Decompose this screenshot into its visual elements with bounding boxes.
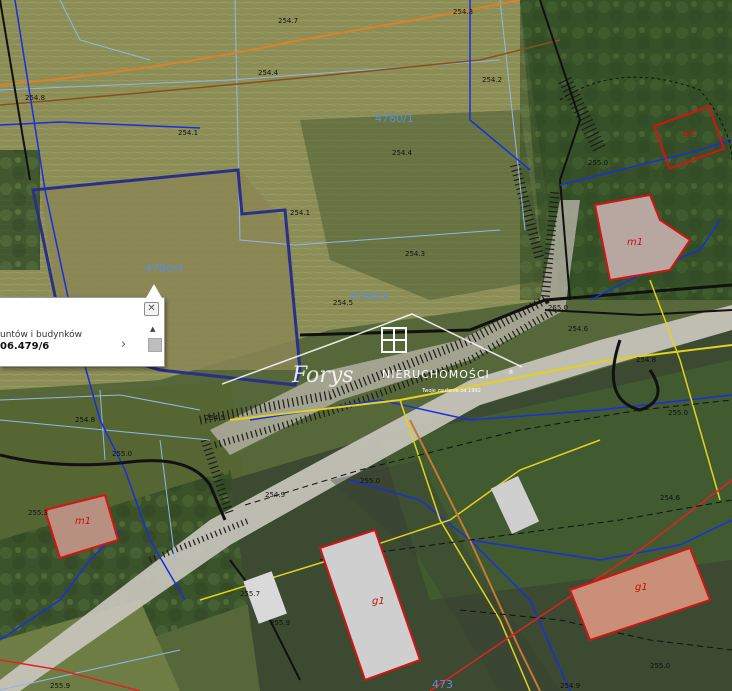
elevation-label: 254.8 [636, 356, 656, 364]
elevation-label: 255.0 [548, 304, 568, 312]
elevation-label: 254.1 [178, 129, 198, 137]
chevron-right-icon[interactable]: › [121, 337, 126, 352]
elevation-label: 254.1 [290, 209, 310, 217]
elevation-label: 254.4 [392, 149, 413, 157]
parcel-number: 473 [432, 678, 453, 691]
elevation-label: 254.2 [482, 76, 502, 84]
building-label: g1 [372, 596, 385, 607]
elevation-label: 254.8 [75, 416, 95, 424]
building-label: m1 [75, 516, 91, 527]
elevation-label: 255.0 [360, 477, 380, 485]
elevation-label: 254.8 [25, 94, 45, 102]
elevation-label: 254.4 [258, 69, 279, 77]
elevation-label: 254.9 [560, 682, 580, 690]
info-popup: ✕ untów i budynków 06.479/6 › ▲ [0, 284, 165, 367]
building-label: g1 [683, 128, 696, 139]
scroll-thumb[interactable] [148, 338, 162, 352]
elevation-label: 254.6 [568, 325, 589, 333]
popup-parcel-id[interactable]: 06.479/6 [0, 341, 49, 352]
elevation-label: 255.0 [668, 409, 688, 417]
elevation-label: 255.3 [28, 509, 48, 517]
popup-pointer [146, 284, 162, 298]
elevation-label: 255.0 [650, 662, 670, 670]
elevation-label: 254.3 [405, 250, 425, 258]
elevation-label: 254.5 [205, 414, 225, 422]
parcel-number: 4780/3 [350, 290, 389, 303]
elevation-label: 255.0 [588, 159, 608, 167]
popup-scrollbar[interactable]: ▲ [148, 324, 162, 362]
elevation-label: 254.3 [453, 8, 473, 16]
parcel-number: 4780/4 [145, 262, 184, 275]
elevation-label: 254.9 [265, 491, 285, 499]
elevation-label: 254.6 [660, 494, 681, 502]
close-icon[interactable]: ✕ [144, 302, 159, 316]
building-label: g1 [635, 582, 648, 593]
popup-layer-title: untów i budynków [0, 330, 82, 340]
elevation-label: 255.9 [50, 682, 70, 690]
elevation-label: 255.9 [270, 619, 290, 627]
elevation-label: 254.5 [333, 299, 353, 307]
elevation-label: 255.0 [112, 450, 132, 458]
elevation-label: 255.7 [240, 590, 260, 598]
scroll-up-icon[interactable]: ▲ [150, 325, 155, 333]
parcel-number: 4780/1 [375, 112, 414, 125]
building-label: m1 [627, 237, 643, 248]
elevation-label: 254.7 [278, 17, 298, 25]
